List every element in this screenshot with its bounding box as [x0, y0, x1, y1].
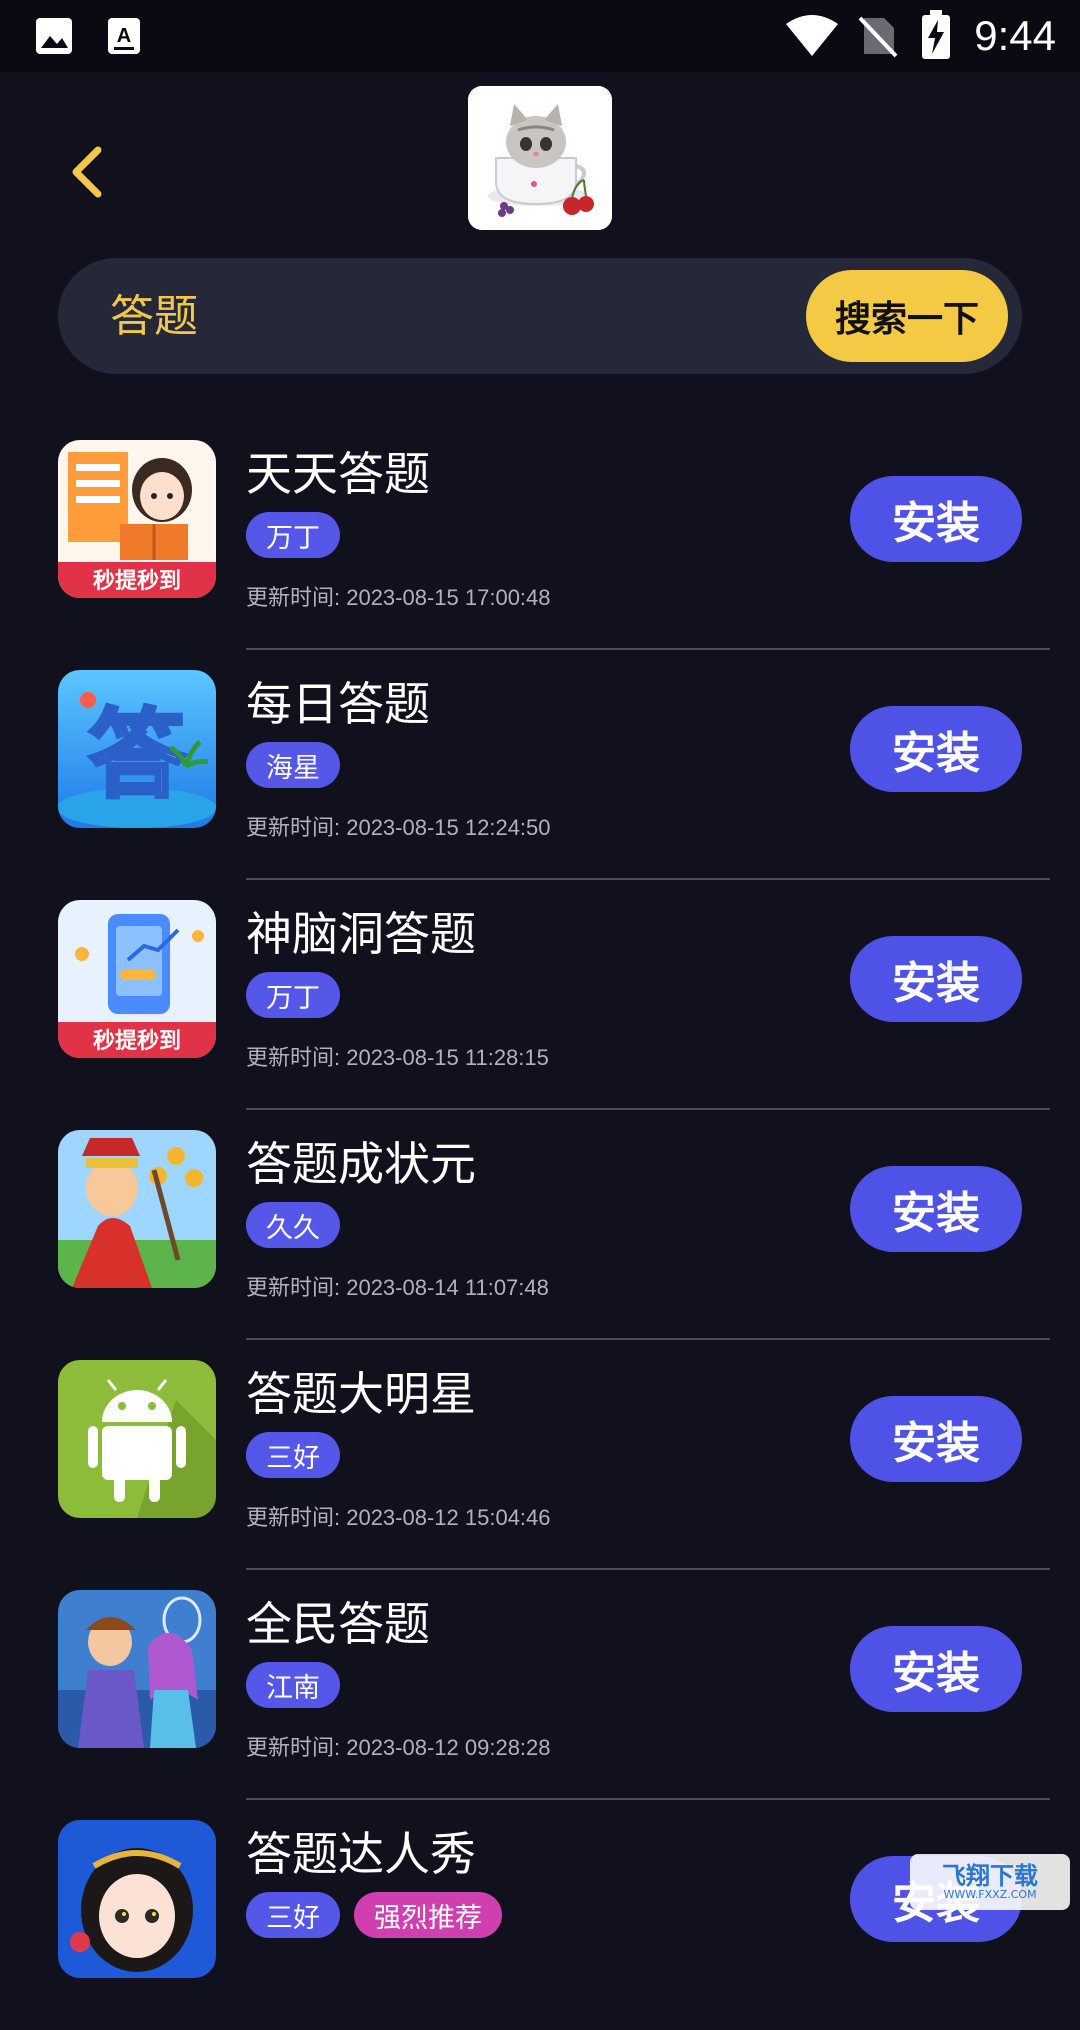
app-icon: 秒提秒到	[58, 900, 216, 1058]
clock: 9:44	[974, 12, 1056, 59]
list-item[interactable]: 答题大明星 三好 更新时间: 2023-08-12 15:04:46 安装	[0, 1340, 1080, 1570]
no-sim-icon	[858, 16, 898, 58]
tag-group: 三好	[246, 1432, 340, 1478]
update-time: 更新时间: 2023-08-12 09:28:28	[246, 1735, 551, 1760]
list-item[interactable]: 全民答题 江南 更新时间: 2023-08-12 09:28:28 安装	[0, 1570, 1080, 1800]
tag-group: 江南	[246, 1662, 340, 1708]
app-list: 秒提秒到 天天答题 万丁 更新时间: 2023-08-15 17:00:48 安…	[0, 420, 1080, 2030]
install-button[interactable]: 安装	[850, 476, 1022, 562]
list-item[interactable]: 答题成状元 久久 更新时间: 2023-08-14 11:07:48 安装	[0, 1110, 1080, 1340]
recommend-tag: 强烈推荐	[354, 1892, 502, 1938]
developer-tag: 三好	[246, 1892, 340, 1938]
list-item[interactable]: 秒提秒到 神脑洞答题 万丁 更新时间: 2023-08-15 11:28:15 …	[0, 880, 1080, 1110]
install-button[interactable]: 安装	[850, 936, 1022, 1022]
install-button[interactable]: 安装	[850, 1166, 1022, 1252]
install-button[interactable]: 安装	[850, 1396, 1022, 1482]
tag-group: 久久	[246, 1202, 340, 1248]
wifi-icon	[786, 15, 838, 56]
talent-show-character-icon	[58, 1820, 216, 1978]
developer-tag: 三好	[246, 1432, 340, 1478]
tag-group: 万丁	[246, 512, 340, 558]
update-time: 更新时间: 2023-08-14 11:07:48	[246, 1275, 549, 1300]
list-item[interactable]: 秒提秒到 天天答题 万丁 更新时间: 2023-08-15 17:00:48 安…	[0, 420, 1080, 650]
svg-text:A: A	[117, 25, 131, 47]
developer-tag: 江南	[246, 1662, 340, 1708]
battery-charging-icon	[922, 10, 950, 59]
android-icon	[58, 1360, 216, 1518]
developer-tag: 万丁	[246, 972, 340, 1018]
app-icon: 答	[58, 670, 216, 828]
gallery-notification-icon	[36, 18, 72, 54]
update-time: 更新时间: 2023-08-15 12:24:50	[246, 815, 551, 840]
app-name: 答题大明星	[246, 1367, 476, 1421]
search-input[interactable]	[108, 276, 632, 348]
scholar-character-icon	[58, 1130, 216, 1288]
app-name: 天天答题	[246, 447, 430, 501]
developer-tag: 海星	[246, 742, 340, 788]
tag-group: 三好 强烈推荐	[246, 1892, 502, 1938]
girl-reading-icon: 秒提秒到	[58, 440, 216, 598]
icon-caption: 秒提秒到	[93, 568, 181, 594]
update-time: 更新时间: 2023-08-15 17:00:48	[246, 585, 551, 610]
header	[0, 72, 1080, 252]
icon-caption: 答	[89, 699, 186, 811]
app-name: 答题达人秀	[246, 1827, 476, 1881]
app-name: 答题成状元	[246, 1137, 476, 1191]
site-watermark: 飞翔下载 WWW.FXXZ.COM	[910, 1854, 1070, 1910]
app-icon	[58, 1130, 216, 1288]
phone-chart-icon: 秒提秒到	[58, 900, 216, 1058]
app-icon	[58, 1360, 216, 1518]
tag-group: 海星	[246, 742, 340, 788]
app-icon: 秒提秒到	[58, 440, 216, 598]
keyboard-notification-icon: A	[108, 18, 140, 54]
list-item[interactable]: 答 每日答题 海星 更新时间: 2023-08-15 12:24:50 安装	[0, 650, 1080, 880]
developer-tag: 久久	[246, 1202, 340, 1248]
search-button[interactable]: 搜索一下	[806, 270, 1008, 362]
back-button[interactable]	[60, 142, 116, 202]
app-name: 每日答题	[246, 677, 430, 731]
answer-character-icon: 答	[58, 670, 216, 828]
status-bar: A 9:44	[0, 0, 1080, 72]
watermark-text: 飞翔下载	[942, 1861, 1038, 1890]
badminton-characters-icon	[58, 1590, 216, 1748]
developer-tag: 万丁	[246, 512, 340, 558]
cat-in-teacup-icon	[468, 86, 612, 230]
icon-caption: 秒提秒到	[93, 1028, 181, 1054]
chevron-left-icon	[72, 146, 102, 198]
app-icon	[58, 1590, 216, 1748]
app-name: 神脑洞答题	[246, 907, 476, 961]
update-time: 更新时间: 2023-08-15 11:28:15	[246, 1045, 549, 1070]
search-bar: 搜索一下	[58, 258, 1022, 374]
list-item[interactable]: 答题达人秀 三好 强烈推荐 安装	[0, 1800, 1080, 2030]
tag-group: 万丁	[246, 972, 340, 1018]
app-icon	[58, 1820, 216, 1978]
watermark-url: WWW.FXXZ.COM	[943, 1887, 1037, 1901]
install-button[interactable]: 安装	[850, 1626, 1022, 1712]
app-logo	[468, 86, 612, 230]
app-name: 全民答题	[246, 1597, 430, 1651]
update-time: 更新时间: 2023-08-12 15:04:46	[246, 1505, 551, 1530]
install-button[interactable]: 安装	[850, 706, 1022, 792]
